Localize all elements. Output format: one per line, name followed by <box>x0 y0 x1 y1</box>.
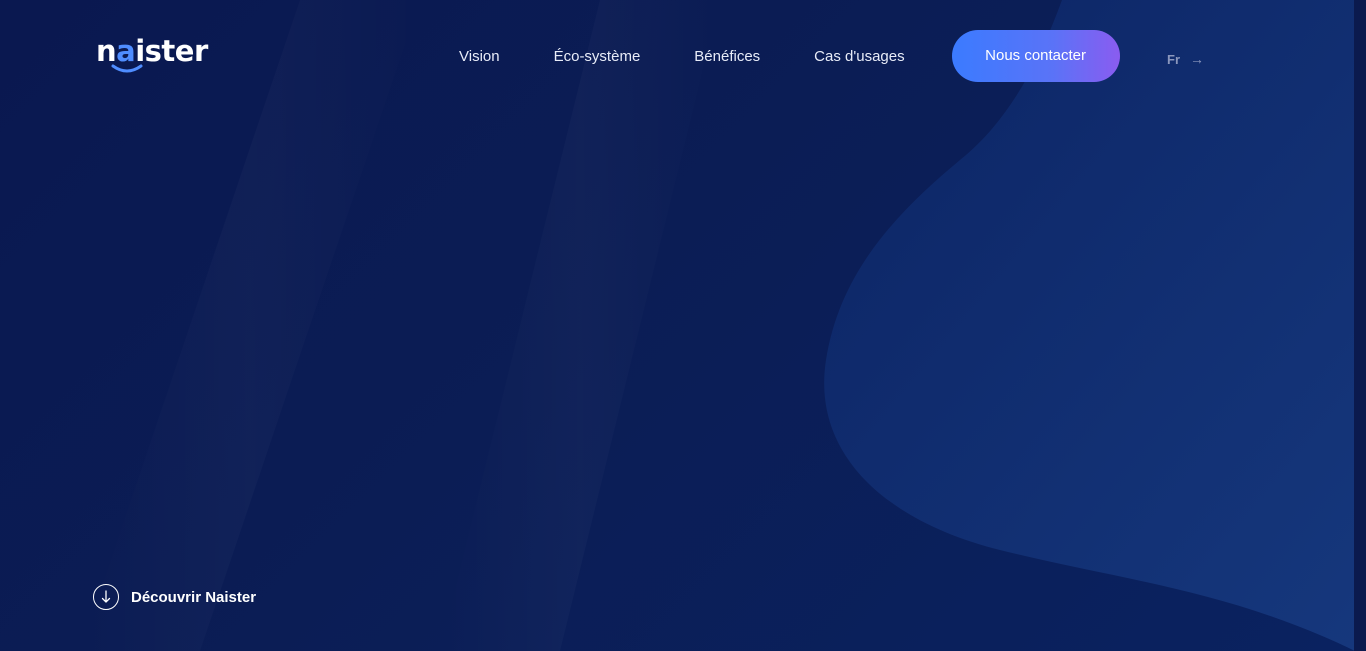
nav-link-vision[interactable]: Vision <box>459 48 500 65</box>
language-switcher[interactable]: Fr → <box>1167 51 1204 67</box>
discover-label: Découvrir Naister <box>131 588 257 606</box>
arrow-down-icon <box>101 590 111 603</box>
nav-link-eco-systeme[interactable]: Éco-système <box>554 48 641 65</box>
scrollbar-track[interactable] <box>1354 0 1366 651</box>
nav-link-benefices[interactable]: Bénéfices <box>694 48 760 65</box>
contact-button[interactable]: Nous contacter <box>951 30 1120 82</box>
background-blob-shape <box>80 0 1366 651</box>
discover-naister-link[interactable]: Découvrir Naister <box>93 584 256 610</box>
naister-logo[interactable]: naister <box>96 34 208 74</box>
nav-link-cas-usages[interactable]: Cas d'usages <box>814 48 904 65</box>
logo-wordmark: naister <box>96 34 208 68</box>
language-label: Fr <box>1167 51 1180 67</box>
arrow-down-circle-icon <box>93 584 119 610</box>
arrow-right-icon: → <box>1190 51 1204 67</box>
hero-section: naister Vision Éco-système Bénéfices Cas… <box>0 0 1366 651</box>
logo-smile-icon <box>111 64 143 73</box>
main-navigation: Vision Éco-système Bénéfices Cas d'usage… <box>459 30 1120 82</box>
